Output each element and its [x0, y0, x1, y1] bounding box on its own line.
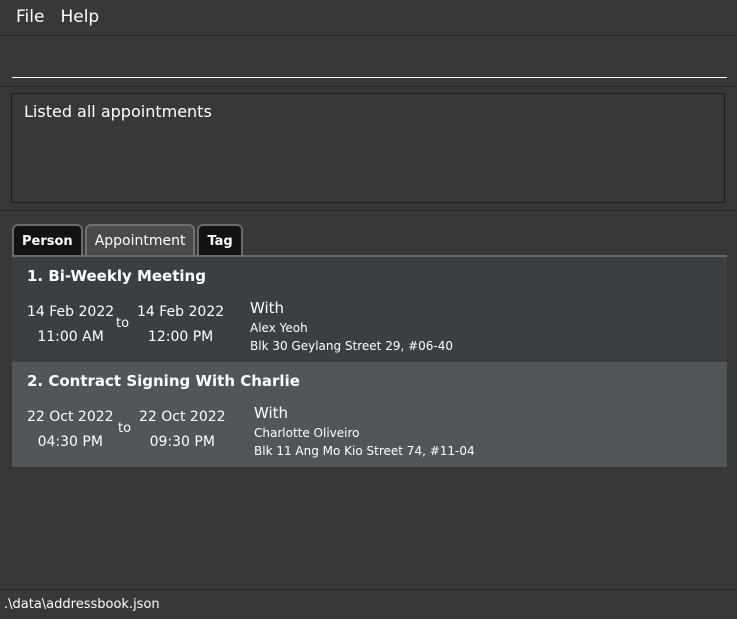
status-bar: .\data\addressbook.json [0, 590, 737, 619]
start-time: 04:30 PM [37, 434, 103, 450]
menu-help[interactable]: Help [52, 0, 107, 35]
appointment-card[interactable]: 2. Contract Signing With Charlie 22 Oct … [12, 362, 727, 467]
menu-bar: File Help [0, 0, 737, 36]
person-address: Blk 11 Ang Mo Kio Street 74, #11-04 [254, 444, 475, 458]
result-display-pane: Listed all appointments [0, 87, 737, 211]
appointment-start: 14 Feb 2022 11:00 AM [27, 300, 114, 350]
appointment-list: 1. Bi-Weekly Meeting 14 Feb 2022 11:00 A… [12, 257, 727, 467]
result-display[interactable]: Listed all appointments [11, 93, 725, 203]
tab-appointment[interactable]: Appointment [84, 224, 196, 256]
to-label: to [116, 316, 130, 331]
appointment-title: 1. Bi-Weekly Meeting [27, 267, 206, 285]
to-label: to [118, 421, 132, 436]
end-date: 14 Feb 2022 [137, 304, 225, 320]
command-box-pane [0, 36, 737, 87]
with-label: With [250, 299, 285, 317]
appointment-title: 2. Contract Signing With Charlie [27, 372, 300, 390]
appointment-card[interactable]: 1. Bi-Weekly Meeting 14 Feb 2022 11:00 A… [12, 257, 727, 362]
appointment-end: 22 Oct 2022 09:30 PM [139, 405, 226, 455]
menu-file[interactable]: File [8, 0, 52, 35]
data-file-path: .\data\addressbook.json [4, 597, 160, 612]
tab-tag[interactable]: Tag [197, 224, 243, 256]
person-name: Alex Yeoh [250, 321, 308, 335]
end-time: 09:30 PM [149, 434, 215, 450]
with-label: With [254, 404, 289, 422]
appointment-start: 22 Oct 2022 04:30 PM [27, 405, 114, 455]
tab-bar: Person Appointment Tag [12, 222, 243, 256]
appointment-end: 14 Feb 2022 12:00 PM [137, 300, 224, 350]
result-text: Listed all appointments [24, 102, 212, 121]
start-date: 22 Oct 2022 [27, 409, 114, 425]
person-name: Charlotte Oliveiro [254, 426, 360, 440]
start-date: 14 Feb 2022 [27, 304, 115, 320]
end-time: 12:00 PM [147, 329, 214, 345]
command-input[interactable] [12, 42, 727, 78]
list-pane: Person Appointment Tag 1. Bi-Weekly Meet… [0, 211, 737, 590]
start-time: 11:00 AM [37, 329, 104, 345]
end-date: 22 Oct 2022 [139, 409, 226, 425]
person-address: Blk 30 Geylang Street 29, #06-40 [250, 339, 454, 353]
tab-person[interactable]: Person [12, 224, 83, 256]
